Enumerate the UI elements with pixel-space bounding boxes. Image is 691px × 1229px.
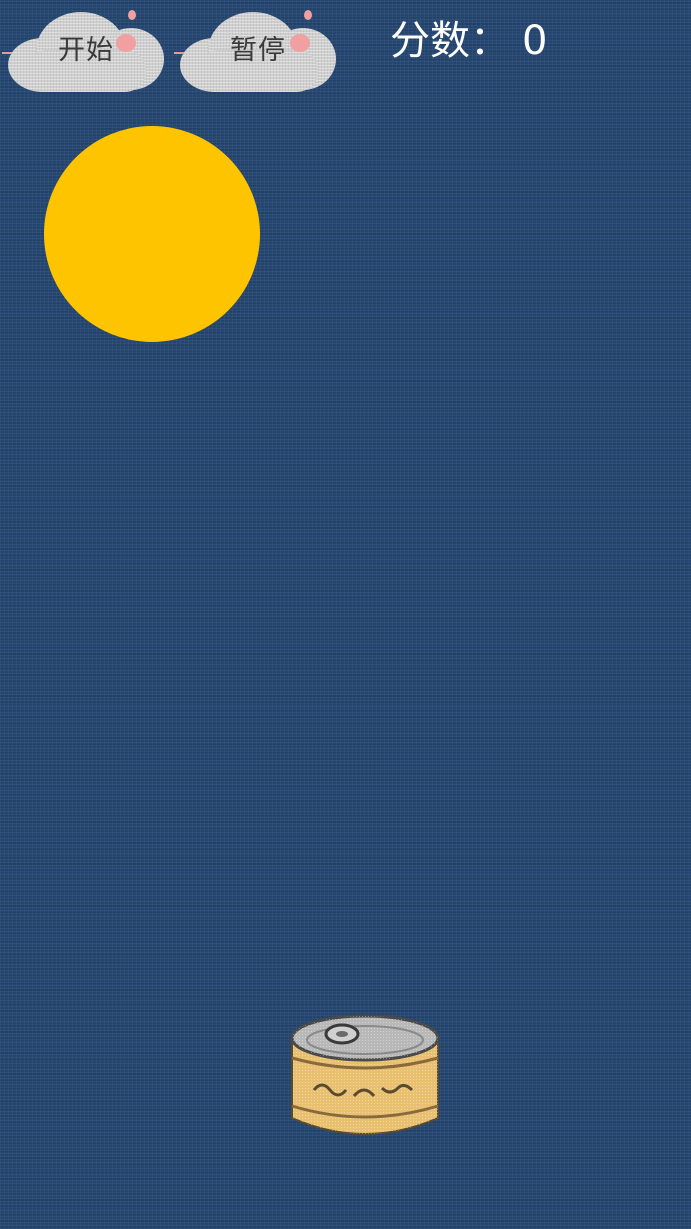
- cloud-ear-icon: [304, 10, 312, 20]
- game-area[interactable]: 开始 暂停 分数： 0: [0, 0, 691, 1229]
- score-display: 分数： 0: [390, 8, 547, 66]
- score-label: 分数：: [390, 18, 510, 64]
- pause-button-label: 暂停: [230, 35, 286, 66]
- yellow-ball-icon: [44, 126, 260, 342]
- tin-can-graphic: [290, 1014, 440, 1135]
- tin-can-icon[interactable]: [284, 1010, 446, 1144]
- pause-button[interactable]: 暂停: [174, 4, 338, 94]
- score-value: 0: [522, 18, 548, 64]
- cloud-ear-icon: [128, 10, 136, 20]
- start-button-label: 开始: [58, 35, 114, 66]
- start-button[interactable]: 开始: [2, 4, 166, 94]
